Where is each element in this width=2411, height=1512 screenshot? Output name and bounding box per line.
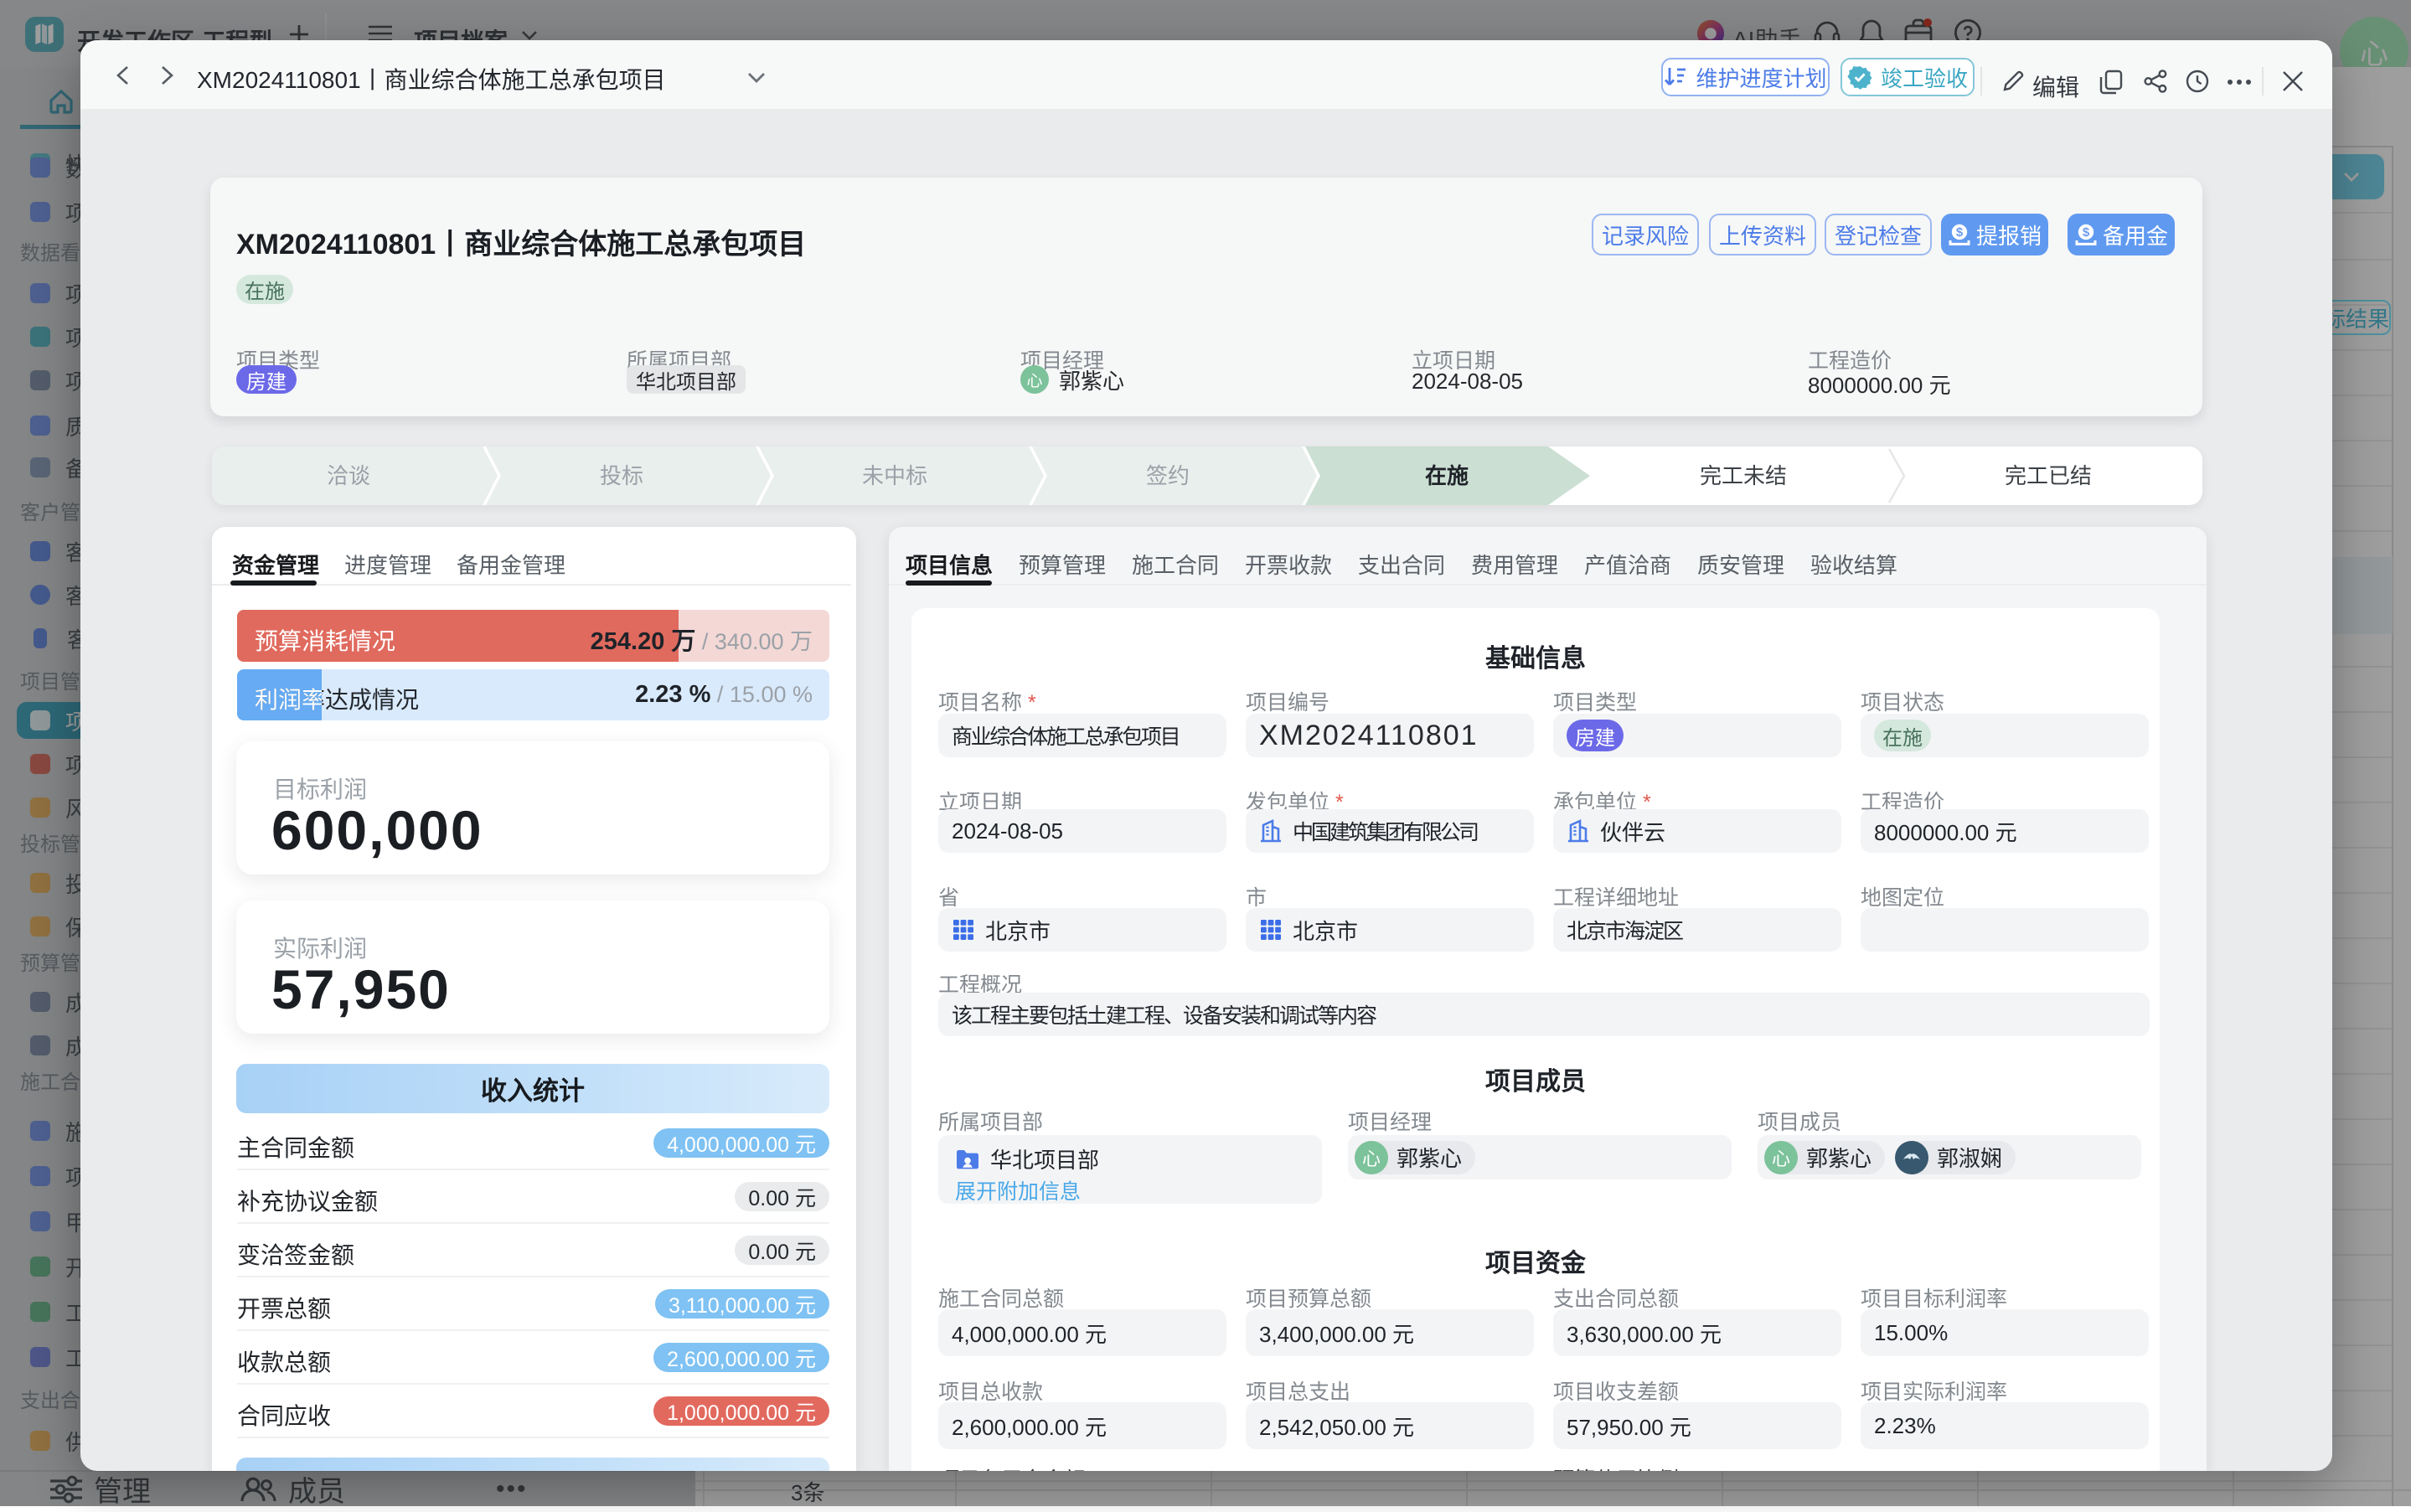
svg-text:洽谈: 洽谈 bbox=[327, 463, 370, 488]
svg-text:签约: 签约 bbox=[1146, 463, 1190, 488]
svg-text:完工已结: 完工已结 bbox=[2005, 463, 2092, 488]
svg-text:投标: 投标 bbox=[600, 463, 643, 488]
svg-text:$: $ bbox=[2083, 225, 2090, 240]
svg-text:$: $ bbox=[1956, 225, 1964, 240]
svg-text:完工未结: 完工未结 bbox=[1700, 463, 1787, 488]
svg-text:未中标: 未中标 bbox=[862, 463, 927, 488]
svg-text:在施: 在施 bbox=[1425, 463, 1469, 488]
